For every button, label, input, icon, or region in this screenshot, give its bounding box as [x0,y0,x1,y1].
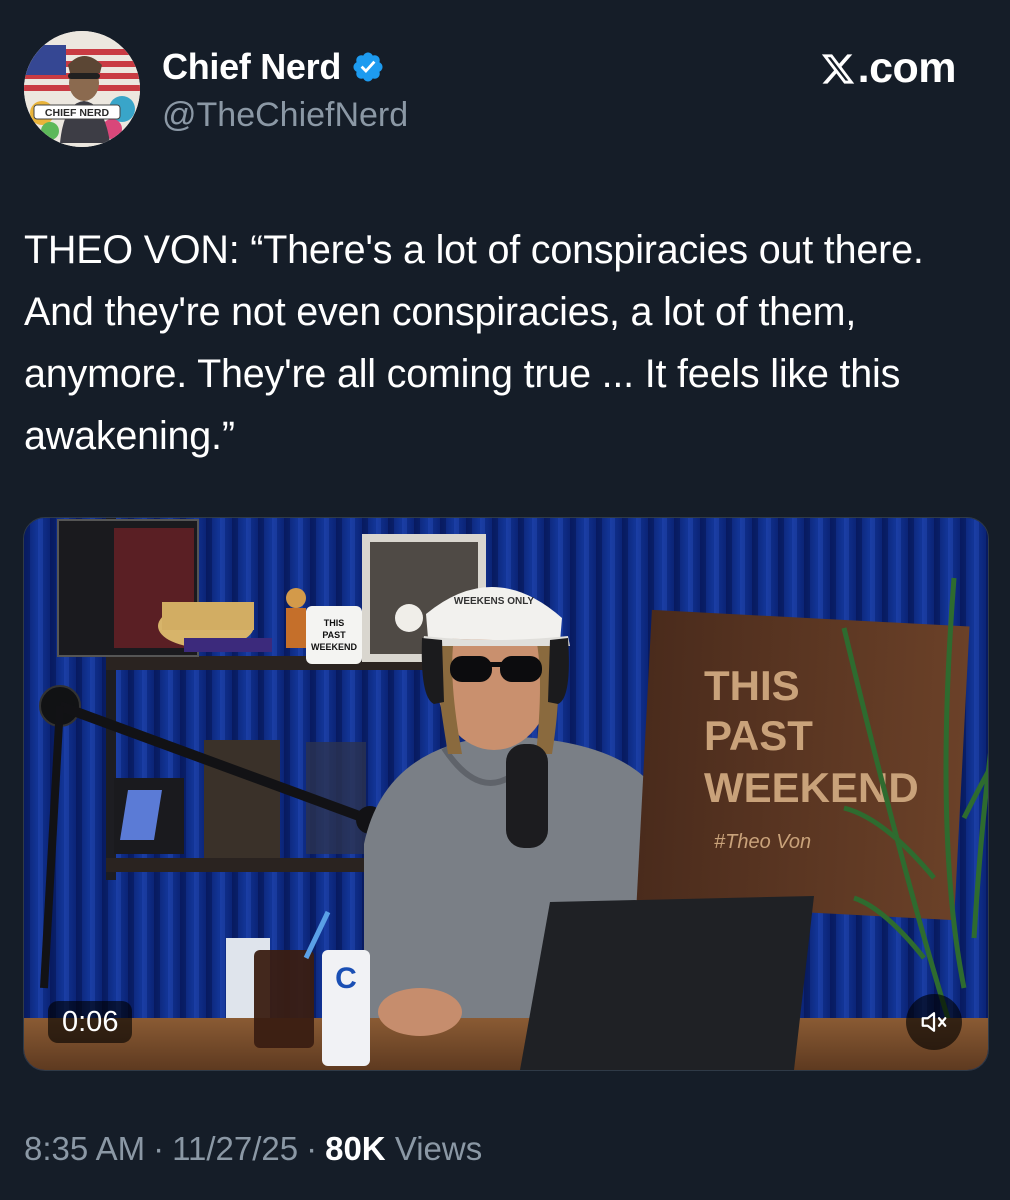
video-player[interactable]: THIS PAST WEEKEND WEEKENS ONLY THIS PAST… [23,517,989,1071]
mug-line-3: WEEKEND [311,642,358,652]
sign-line-2: PAST [704,712,813,759]
tweet-metadata: 8:35 AM · 11/27/25 · 80K Views [24,1130,483,1167]
iced-coffee-cup [254,950,314,1048]
avatar[interactable]: CHIEF NERD [24,31,140,147]
verified-badge-icon [353,52,383,82]
post-date[interactable]: 11/27/25 [172,1130,298,1167]
cap-text: WEEKENS ONLY [454,596,535,607]
video-frame: THIS PAST WEEKEND WEEKENS ONLY THIS PAST… [24,518,988,1070]
microphone [506,744,548,848]
display-name[interactable]: Chief Nerd [162,46,341,88]
source-label: .com [820,44,957,93]
views-label: Views [394,1130,483,1167]
show-sign: THIS PAST WEEKEND #Theo Von [636,609,970,921]
mute-toggle-button[interactable] [906,994,962,1050]
mug-line-1: THIS [324,618,345,628]
author-handle[interactable]: @TheChiefNerd [162,96,408,135]
sign-signature: #Theo Von [714,831,811,853]
svg-text:C: C [335,962,357,995]
speaker-muted-icon [921,1012,947,1032]
video-elapsed-time: 0:06 [48,1001,133,1043]
x-logo-icon [821,53,854,84]
author-name-row: Chief Nerd [162,44,385,90]
sign-line-1: THIS [704,662,800,709]
mug-line-2: PAST [322,630,346,640]
source-label-text: .com [857,44,957,92]
avatar-badge-text: CHIEF NERD [45,107,110,119]
tweet-card: CHIEF NERD Chief Nerd @TheChiefNerd .com… [0,0,1010,1200]
post-time[interactable]: 8:35 AM [24,1130,145,1167]
avatar-image: CHIEF NERD [24,31,140,147]
laptop [520,896,814,1070]
desk [24,1018,988,1070]
tweet-text: THEO VON: “There's a lot of conspiracies… [24,228,924,458]
views-count: 80K [325,1130,386,1167]
